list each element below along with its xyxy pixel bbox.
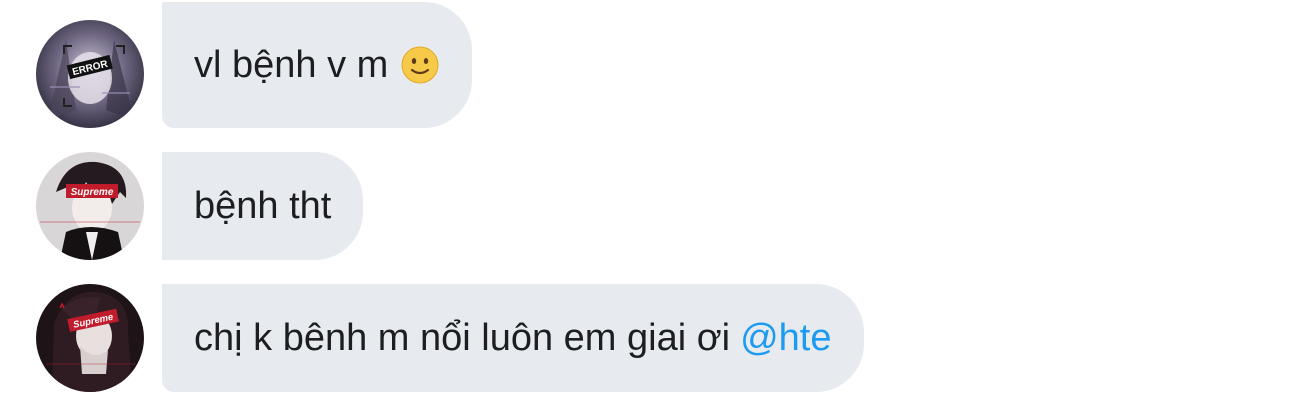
message-text: bệnh tht	[194, 185, 332, 227]
message-text: vl bệnh v m	[194, 44, 389, 86]
message-bubble[interactable]: chị k bênh m nổi luôn em giai ơi @hte	[162, 284, 864, 392]
message-bubble[interactable]: vl bệnh v m	[162, 2, 473, 128]
avatar-label: Supreme	[71, 187, 114, 198]
avatar[interactable]: Supreme	[36, 152, 144, 260]
message-text: chị k bênh m nổi luôn em giai ơi	[194, 317, 731, 359]
message-bubble[interactable]: bệnh tht	[162, 152, 364, 260]
avatar[interactable]: ERROR	[36, 20, 144, 128]
message-thread: ERROR vl bệnh v m Supreme bệnh tht Supre…	[0, 0, 1290, 401]
slightly-smiling-face-icon	[401, 46, 439, 84]
user-mention-link[interactable]: @hte	[740, 319, 831, 357]
avatar[interactable]: Supreme	[36, 284, 144, 392]
